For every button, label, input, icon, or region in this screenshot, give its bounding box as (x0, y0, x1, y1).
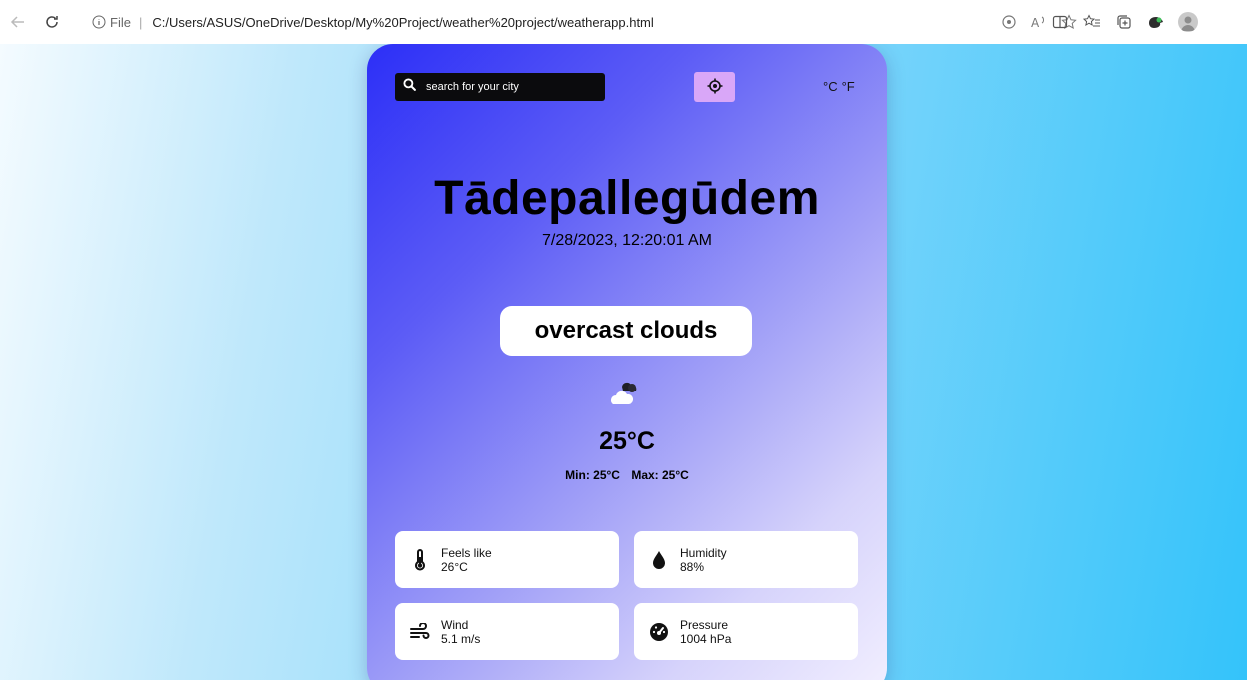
date-time: 7/28/2023, 12:20:01 AM (542, 232, 712, 249)
city-name: Tādepallegūdem (434, 172, 820, 225)
min-max-temperature: Min: 25°C Max: 25°C (367, 468, 887, 482)
wind-label: Wind (441, 617, 469, 632)
overcast-clouds-icon (608, 378, 644, 408)
current-temperature: 25°C (599, 427, 655, 455)
split-screen-icon[interactable] (1044, 11, 1076, 33)
profile-button[interactable] (1172, 11, 1204, 33)
weather-condition: overcast clouds (500, 306, 752, 356)
min-temperature: Min: 25°C (565, 468, 620, 482)
humidity-card: Humidity 88% (634, 531, 858, 588)
url-scheme-label: File (110, 14, 131, 30)
profile-avatar[interactable] (1178, 12, 1198, 32)
wind-card: Wind 5.1 m/s (395, 603, 619, 660)
pressure-value: 1004 hPa (680, 631, 732, 646)
pressure-card: Pressure 1004 hPa (634, 603, 858, 660)
humidity-value: 88% (680, 559, 705, 574)
search-box[interactable] (395, 73, 605, 101)
celsius-unit[interactable]: °C (823, 79, 838, 94)
max-temperature: Max: 25°C (631, 468, 689, 482)
browser-toolbar: File | C:/Users/ASUS/OneDrive/Desktop/My… (0, 0, 1247, 44)
location-permission-icon[interactable] (994, 14, 1024, 30)
pressure-label: Pressure (680, 617, 729, 632)
fahrenheit-unit[interactable]: °F (842, 79, 855, 94)
svg-text:A: A (1031, 16, 1040, 30)
info-icon[interactable] (92, 15, 106, 29)
url-separator: | (138, 14, 143, 30)
page-background: °C °F Tādepallegūdem 7/28/2023, 12:20:01… (0, 44, 1247, 680)
address-bar[interactable]: File | C:/Users/ASUS/OneDrive/Desktop/My… (78, 7, 1084, 37)
favorites-icon[interactable] (1076, 11, 1108, 33)
droplet-icon (648, 549, 670, 571)
gauge-icon (648, 621, 670, 643)
feels-like-value: 26°C (441, 559, 468, 574)
search-input[interactable] (424, 80, 598, 94)
collections-icon[interactable] (1108, 11, 1140, 33)
extension-icon[interactable] (1140, 11, 1172, 33)
thermometer-icon (409, 548, 431, 571)
crosshair-icon (707, 78, 723, 97)
feels-like-label: Feels like (441, 545, 492, 560)
back-icon[interactable] (8, 12, 28, 32)
feels-like-card: Feels like 26°C (395, 531, 619, 588)
humidity-label: Humidity (680, 545, 727, 560)
wind-value: 5.1 m/s (441, 631, 481, 646)
search-icon (403, 78, 416, 96)
unit-toggle: °C °F (823, 79, 855, 94)
url-text[interactable]: C:/Users/ASUS/OneDrive/Desktop/My%20Proj… (152, 15, 653, 30)
weather-card: °C °F Tādepallegūdem 7/28/2023, 12:20:01… (367, 44, 887, 680)
reload-icon[interactable] (42, 12, 62, 32)
wind-icon (409, 621, 431, 643)
current-location-button[interactable] (694, 72, 735, 102)
